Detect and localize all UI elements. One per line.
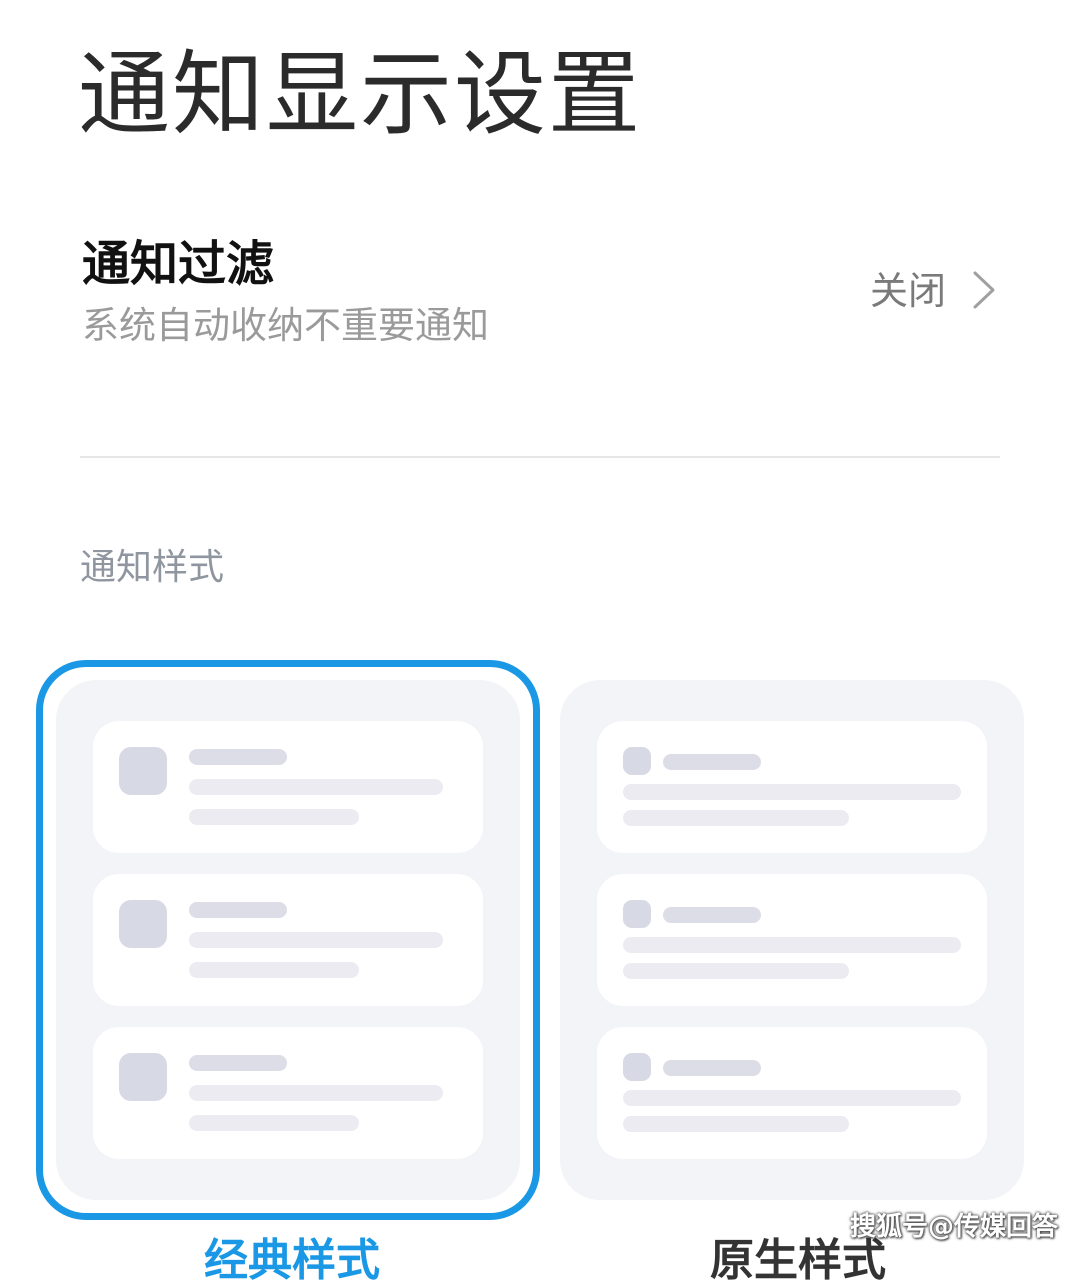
placeholder-bar xyxy=(663,754,761,770)
style-option-classic[interactable] xyxy=(36,660,540,1220)
placeholder-bar xyxy=(189,1055,287,1071)
notification-filter-value: 关闭 xyxy=(869,269,946,313)
placeholder-bar xyxy=(189,962,359,978)
preview-notification-item xyxy=(93,874,483,1006)
watermark: 搜狐号@传媒回答 xyxy=(849,1212,1058,1242)
app-icon-placeholder xyxy=(623,1053,651,1081)
app-icon-placeholder xyxy=(623,747,651,775)
notification-filter-row[interactable]: 通知过滤 系统自动收纳不重要通知 关闭 xyxy=(80,230,1000,350)
preview-notification-item xyxy=(597,1027,987,1159)
placeholder-bar xyxy=(623,1116,849,1132)
app-icon-placeholder xyxy=(119,900,167,948)
placeholder-bar xyxy=(663,1060,761,1076)
placeholder-bar xyxy=(623,1090,961,1106)
preview-notification-item xyxy=(93,1027,483,1159)
placeholder-bar xyxy=(623,963,849,979)
classic-style-preview xyxy=(56,680,520,1200)
placeholder-bar xyxy=(623,810,849,826)
app-icon-placeholder xyxy=(119,1053,167,1101)
placeholder-bar xyxy=(189,1115,359,1131)
style-option-native[interactable] xyxy=(560,680,1024,1200)
placeholder-bar xyxy=(189,902,287,918)
chevron-right-icon xyxy=(973,271,995,309)
preview-notification-item xyxy=(93,721,483,853)
preview-notification-item xyxy=(597,874,987,1006)
placeholder-bar xyxy=(623,784,961,800)
preview-notification-item xyxy=(597,721,987,853)
placeholder-bar xyxy=(663,907,761,923)
divider xyxy=(80,456,1000,458)
app-icon-placeholder xyxy=(623,900,651,928)
style-option-classic-label[interactable]: 经典样式 xyxy=(204,1236,380,1286)
notification-filter-title: 通知过滤 xyxy=(82,236,275,292)
placeholder-bar xyxy=(189,932,443,948)
placeholder-bar xyxy=(189,779,443,795)
notification-style-section-label: 通知样式 xyxy=(80,547,225,588)
placeholder-bar xyxy=(189,809,359,825)
placeholder-bar xyxy=(189,749,287,765)
placeholder-bar xyxy=(189,1085,443,1101)
page-title: 通知显示设置 xyxy=(78,41,643,148)
placeholder-bar xyxy=(623,937,961,953)
app-icon-placeholder xyxy=(119,747,167,795)
notification-filter-subtitle: 系统自动收纳不重要通知 xyxy=(82,304,489,347)
